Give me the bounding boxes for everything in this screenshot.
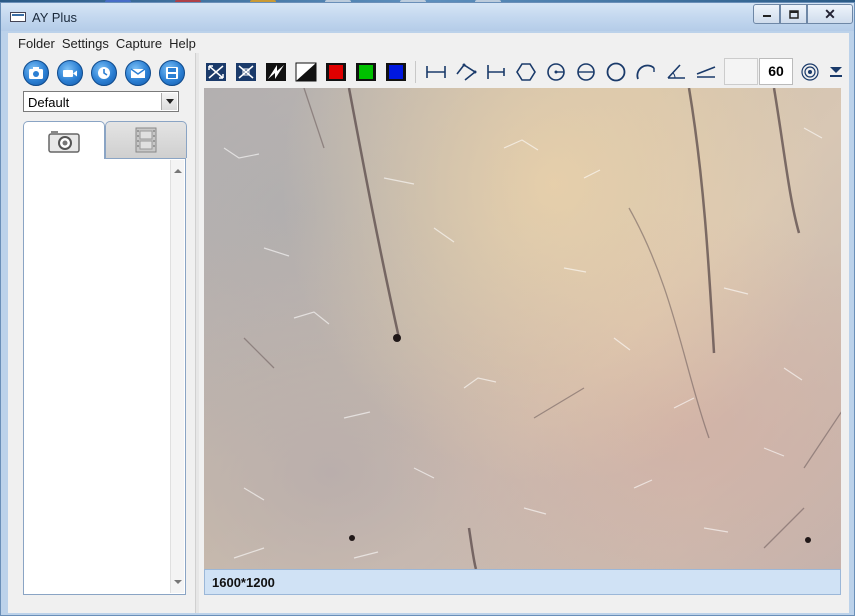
menu-bar: Folder Settings Capture Help [8, 33, 849, 53]
app-icon [10, 12, 26, 22]
camera-icon [29, 67, 43, 79]
microscope-live-view[interactable] [204, 88, 841, 569]
black-white-button[interactable] [294, 61, 318, 83]
target-icon [801, 63, 819, 81]
tab-photos[interactable] [23, 121, 105, 159]
film-icon [135, 127, 157, 153]
save-button[interactable] [159, 60, 185, 86]
calibration-button[interactable] [798, 61, 822, 83]
camera-icon [48, 130, 80, 153]
minimize-button[interactable] [753, 4, 780, 24]
resolution-label: 1600*1200 [212, 575, 275, 590]
profile-select-value: Default [28, 95, 70, 110]
scroll-up-icon[interactable] [174, 169, 182, 173]
window-title: AY Plus [32, 10, 78, 25]
status-bar: 1600*1200 [204, 569, 841, 595]
menu-settings[interactable]: Settings [62, 36, 116, 51]
perpendicular-measure-button[interactable] [484, 61, 508, 83]
close-icon: ✕ [824, 5, 836, 22]
angle-measure-button[interactable] [664, 61, 688, 83]
client-area: Default 60 1600*1200 [8, 53, 849, 613]
line-angle-icon [696, 66, 716, 78]
fit-window-icon [206, 63, 226, 81]
save-icon [166, 67, 178, 79]
menu-capture[interactable]: Capture [116, 36, 169, 51]
chevron-down-icon[interactable] [161, 93, 177, 110]
arc-measure-icon [636, 64, 655, 80]
circle-diameter-button[interactable] [574, 61, 598, 83]
polyline-measure-button[interactable] [454, 61, 478, 83]
record-video-button[interactable] [57, 60, 83, 86]
angle-measure-icon [667, 64, 685, 79]
app-window: AY Plus ✕ Folder Settings Capture Help D… [0, 2, 855, 616]
black-white-icon [295, 62, 317, 82]
toolbar-more-button[interactable] [826, 61, 846, 83]
snapshot-button[interactable] [23, 60, 49, 86]
menu-folder[interactable]: Folder [8, 36, 62, 51]
email-button[interactable] [125, 60, 151, 86]
invert-button[interactable] [264, 61, 288, 83]
polygon-measure-button[interactable] [514, 61, 538, 83]
actual-size-button[interactable] [234, 61, 258, 83]
profile-select[interactable]: Default [23, 91, 179, 112]
video-camera-icon [63, 70, 77, 77]
mail-icon [130, 68, 146, 78]
list-scrollbar[interactable] [170, 160, 184, 593]
red-channel-icon [326, 63, 346, 81]
line-angle-button[interactable] [694, 61, 718, 83]
circle-three-point-icon [606, 62, 626, 82]
perpendicular-measure-icon [487, 65, 505, 79]
title-bar[interactable]: AY Plus ✕ [1, 3, 854, 31]
magnification-input[interactable]: 60 [759, 58, 793, 85]
fit-window-button[interactable] [204, 61, 228, 83]
circle-center-button[interactable] [544, 61, 568, 83]
minimize-icon [762, 15, 771, 17]
green-channel-icon [356, 63, 376, 81]
color-preview-box[interactable] [724, 58, 758, 85]
maximize-icon [788, 9, 799, 19]
tab-videos[interactable] [105, 121, 187, 158]
circle-three-point-button[interactable] [604, 61, 628, 83]
timer-icon [98, 67, 110, 79]
toolbar-separator [415, 61, 416, 83]
chevron-down-icon [830, 67, 842, 77]
panel-splitter[interactable] [195, 53, 199, 613]
timer-capture-button[interactable] [91, 60, 117, 86]
polyline-measure-icon [456, 63, 477, 81]
scroll-down-icon[interactable] [174, 580, 182, 584]
menu-help[interactable]: Help [169, 36, 203, 51]
polygon-measure-icon [516, 63, 536, 81]
circle-diameter-icon [577, 63, 595, 81]
blue-channel-button[interactable] [384, 61, 408, 83]
actual-size-icon [236, 63, 256, 81]
close-button[interactable]: ✕ [807, 4, 853, 24]
red-channel-button[interactable] [324, 61, 348, 83]
arc-measure-button[interactable] [634, 61, 658, 83]
blue-channel-icon [386, 63, 406, 81]
skin-texture-image [223, 88, 841, 569]
captured-photo-list[interactable] [23, 158, 186, 595]
line-measure-icon [426, 66, 446, 78]
line-measure-button[interactable] [424, 61, 448, 83]
maximize-button[interactable] [780, 4, 807, 24]
invert-icon [266, 63, 286, 81]
green-channel-button[interactable] [354, 61, 378, 83]
circle-center-icon [547, 63, 565, 81]
